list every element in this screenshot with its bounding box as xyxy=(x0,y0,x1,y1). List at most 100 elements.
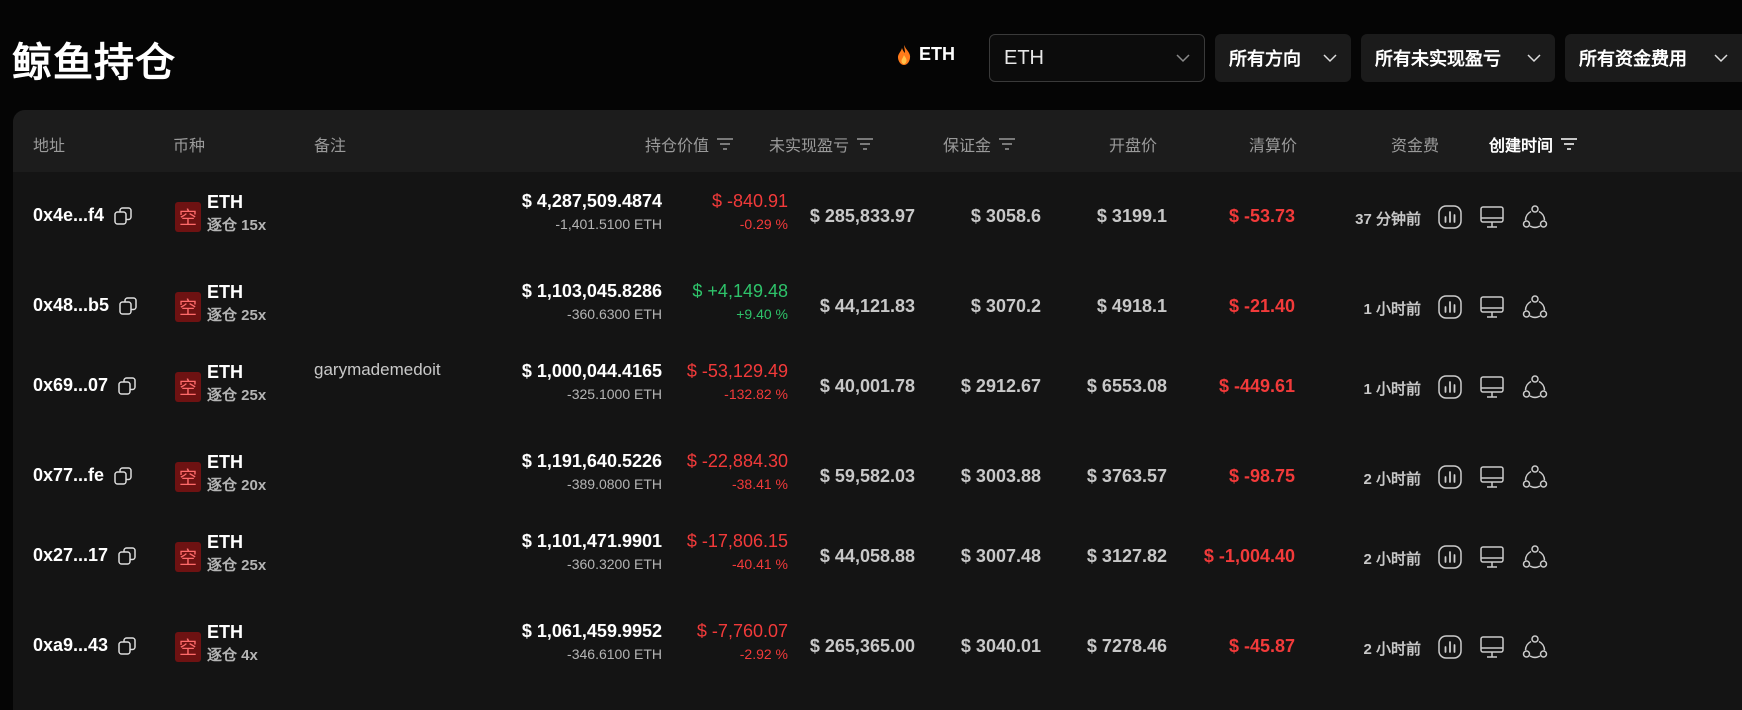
col-funding-label: 资金费 xyxy=(1391,138,1440,155)
copy-icon[interactable] xyxy=(118,636,136,655)
table-row[interactable]: 0x77...fe 空 ETH 逐仓 20x $ 1,191,640.5226 … xyxy=(13,432,1742,522)
coin-name: ETH xyxy=(207,532,243,552)
col-unrealized-pnl-label: 未实现盈亏 xyxy=(769,138,850,155)
remark-text: garymademedoit xyxy=(314,360,441,379)
address-cell[interactable]: 0x69...07 xyxy=(33,375,136,396)
address-text[interactable]: 0x69...07 xyxy=(33,375,108,396)
share-icon[interactable] xyxy=(1522,464,1548,490)
table-row[interactable]: 0x69...07 空 ETH 逐仓 25x garymademedoit $ … xyxy=(13,342,1742,432)
share-icon[interactable] xyxy=(1522,544,1548,570)
address-cell[interactable]: 0x4e...f4 xyxy=(33,205,132,226)
created-time: 1 小时前 xyxy=(1363,301,1421,318)
address-cell[interactable]: 0x77...fe xyxy=(33,465,132,486)
leverage-label: 逐仓 20x xyxy=(207,477,267,494)
position-size: -346.6100 ETH xyxy=(567,646,662,662)
copy-icon[interactable] xyxy=(118,376,136,395)
col-margin[interactable]: 保证金 xyxy=(943,132,1016,156)
monitor-icon[interactable] xyxy=(1479,374,1505,400)
address-text[interactable]: 0x48...b5 xyxy=(33,295,109,316)
entry-price: $ 3007.48 xyxy=(960,546,1041,566)
table-row[interactable]: 0x27...17 空 ETH 逐仓 25x $ 1,101,471.9901 … xyxy=(13,512,1742,602)
chart-icon[interactable] xyxy=(1437,544,1463,570)
unrealized-pnl: $ -53,129.49 xyxy=(686,361,788,381)
monitor-icon[interactable] xyxy=(1479,464,1505,490)
coin-select-value: ETH xyxy=(1004,46,1044,69)
address-text[interactable]: 0x77...fe xyxy=(33,465,104,486)
copy-icon[interactable] xyxy=(119,296,137,315)
created-time: 2 小时前 xyxy=(1363,471,1421,488)
filter-sort-icon xyxy=(999,138,1016,150)
chart-icon[interactable] xyxy=(1437,374,1463,400)
leverage-label: 逐仓 15x xyxy=(207,217,267,234)
funding-fee: $ -449.61 xyxy=(1218,376,1295,396)
short-badge: 空 xyxy=(175,372,201,402)
margin-value: $ 285,833.97 xyxy=(809,206,915,226)
share-icon[interactable] xyxy=(1522,294,1548,320)
position-size: -325.1000 ETH xyxy=(567,386,662,402)
short-badge: 空 xyxy=(175,202,201,232)
copy-icon[interactable] xyxy=(118,546,136,565)
col-created[interactable]: 创建时间 xyxy=(1489,132,1578,156)
address-cell[interactable]: 0x48...b5 xyxy=(33,295,137,316)
liq-price: $ 4918.1 xyxy=(1096,296,1167,316)
address-text[interactable]: 0xa9...43 xyxy=(33,635,108,656)
direction-select[interactable]: 所有方向 xyxy=(1215,34,1351,82)
pnl-select-value: 所有未实现盈亏 xyxy=(1375,49,1501,69)
leverage-label: 逐仓 25x xyxy=(207,387,267,404)
position-value: $ 1,101,471.9901 xyxy=(521,531,662,551)
address-cell[interactable]: 0xa9...43 xyxy=(33,635,136,656)
share-icon[interactable] xyxy=(1522,374,1548,400)
unrealized-pnl: $ -7,760.07 xyxy=(696,621,788,641)
top-bar: 鲸鱼持仓 ETH ETH 所有方向 所有未实现盈亏 所有资金费用 xyxy=(0,0,1742,100)
monitor-icon[interactable] xyxy=(1479,204,1505,230)
funding-fee: $ -21.40 xyxy=(1228,296,1295,316)
address-text[interactable]: 0x27...17 xyxy=(33,545,108,566)
chart-icon[interactable] xyxy=(1437,634,1463,660)
copy-icon[interactable] xyxy=(114,206,132,225)
unrealized-pnl: $ -840.91 xyxy=(711,191,788,211)
margin-value: $ 44,121.83 xyxy=(819,296,915,316)
filter-sort-icon xyxy=(717,138,734,150)
leverage-label: 逐仓 4x xyxy=(207,647,258,664)
chart-icon[interactable] xyxy=(1437,294,1463,320)
table-row[interactable]: 0x4e...f4 空 ETH 逐仓 15x $ 4,287,509.4874 … xyxy=(13,172,1742,262)
leverage-label: 逐仓 25x xyxy=(207,307,267,324)
funding-fee: $ -53.73 xyxy=(1228,206,1295,226)
table-row[interactable]: 0x48...b5 空 ETH 逐仓 25x $ 1,103,045.8286 … xyxy=(13,262,1742,352)
flame-icon xyxy=(897,44,911,65)
filter-sort-icon xyxy=(857,138,874,150)
position-value: $ 1,103,045.8286 xyxy=(521,281,662,301)
monitor-icon[interactable] xyxy=(1479,634,1505,660)
monitor-icon[interactable] xyxy=(1479,294,1505,320)
margin-value: $ 40,001.78 xyxy=(819,376,915,396)
col-remark: 备注 xyxy=(314,132,346,156)
positions-table: 地址 币种 备注 持仓价值 未实现盈亏 保证金 开盘价 清算价 资金费 创建时间… xyxy=(13,110,1742,710)
margin-value: $ 265,365.00 xyxy=(809,636,915,656)
coin-tag-label: ETH xyxy=(919,44,955,64)
page-title: 鲸鱼持仓 xyxy=(12,41,176,85)
col-position-value[interactable]: 持仓价值 xyxy=(645,132,734,156)
address-text[interactable]: 0x4e...f4 xyxy=(33,205,104,226)
col-remark-label: 备注 xyxy=(314,138,347,155)
chart-icon[interactable] xyxy=(1437,464,1463,490)
entry-price: $ 3070.2 xyxy=(970,296,1041,316)
address-cell[interactable]: 0x27...17 xyxy=(33,545,136,566)
position-size: -1,401.5100 ETH xyxy=(555,216,662,232)
unrealized-pnl: $ -22,884.30 xyxy=(686,451,788,471)
created-time: 1 小时前 xyxy=(1363,381,1421,398)
col-unrealized-pnl[interactable]: 未实现盈亏 xyxy=(769,132,874,156)
pnl-select[interactable]: 所有未实现盈亏 xyxy=(1361,34,1555,82)
funding-fee: $ -45.87 xyxy=(1228,636,1295,656)
share-icon[interactable] xyxy=(1522,634,1548,660)
monitor-icon[interactable] xyxy=(1479,544,1505,570)
unrealized-pnl-pct: +9.40 % xyxy=(736,306,788,322)
coin-name: ETH xyxy=(207,192,243,212)
funding-select[interactable]: 所有资金费用 xyxy=(1565,34,1742,82)
entry-price: $ 3040.01 xyxy=(960,636,1041,656)
chevron-down-icon xyxy=(1176,53,1190,62)
coin-select[interactable]: ETH xyxy=(989,34,1205,82)
copy-icon[interactable] xyxy=(114,466,132,485)
chart-icon[interactable] xyxy=(1437,204,1463,230)
share-icon[interactable] xyxy=(1522,204,1548,230)
table-row[interactable]: 0xa9...43 空 ETH 逐仓 4x $ 1,061,459.9952 -… xyxy=(13,602,1742,692)
